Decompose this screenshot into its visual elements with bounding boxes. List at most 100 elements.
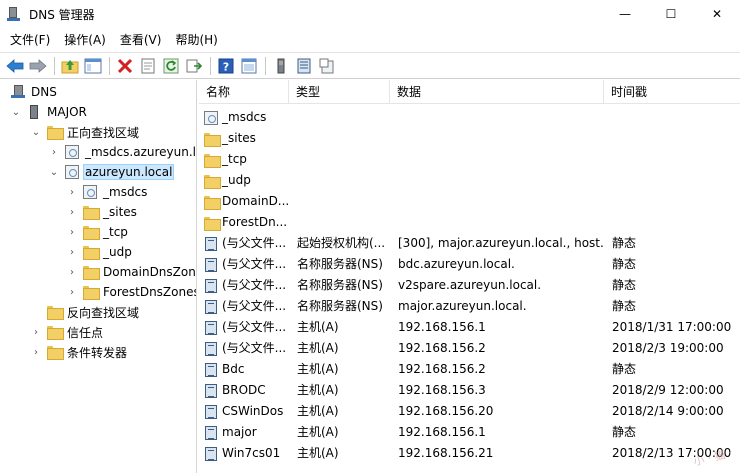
new-alias-icon	[319, 58, 334, 73]
folder-icon	[203, 152, 221, 168]
record-name: BRODC	[222, 383, 266, 397]
list-row[interactable]: DomainD...	[199, 191, 740, 212]
tree-item[interactable]: ⌄ MAJOR	[10, 102, 89, 122]
export-list-button[interactable]	[183, 55, 205, 77]
tree-item[interactable]: ⌄ azureyun.local	[48, 162, 175, 182]
console-button[interactable]	[238, 55, 260, 77]
menu-file[interactable]: 文件(F)	[3, 28, 57, 52]
chevron-down-icon[interactable]: ⌄	[30, 126, 42, 138]
menu-help[interactable]: 帮助(H)	[168, 28, 224, 52]
record-timestamp: 静态	[612, 425, 637, 439]
list-row[interactable]: (与父文件... 名称服务器(NS) bdc.azureyun.local. 静态	[199, 254, 740, 275]
tree-item[interactable]: DNS	[6, 82, 59, 102]
back-icon	[6, 58, 24, 73]
tree-item[interactable]: 反向查找区域	[30, 302, 141, 322]
list-row[interactable]: (与父文件... 名称服务器(NS) major.azureyun.local. 静态	[199, 296, 740, 317]
menu-action[interactable]: 操作(A)	[57, 28, 113, 52]
cell-name: ForestDn...	[203, 212, 289, 233]
console-tree[interactable]: DNS ⌄ MAJOR ⌄ 正向查找区域 › _msdcs.azureyun.local ⌄ a…	[0, 80, 197, 473]
chevron-right-icon[interactable]: ›	[66, 266, 78, 278]
record-name: Win7cs01	[222, 446, 281, 460]
list-row[interactable]: (与父文件... 主机(A) 192.168.156.2 2018/2/3 19:00…	[199, 338, 740, 359]
list-row[interactable]: ForestDn...	[199, 212, 740, 233]
record-data: 192.168.156.1	[398, 320, 486, 334]
folder-icon	[203, 173, 221, 189]
tree-item[interactable]: › _msdcs.azureyun.local	[48, 142, 196, 162]
chevron-down-icon[interactable]: ⌄	[10, 106, 22, 118]
list-row[interactable]: CSWinDos 主机(A) 192.168.156.20 2018/2/14 9:0…	[199, 401, 740, 422]
list-row[interactable]: _tcp	[199, 149, 740, 170]
record-type	[297, 170, 389, 191]
list-row[interactable]: (与父文件... 主机(A) 192.168.156.1 2018/1/31 17:0…	[199, 317, 740, 338]
tree-item[interactable]: › ForestDnsZones	[66, 282, 196, 302]
chevron-down-icon[interactable]: ⌄	[48, 166, 60, 178]
help-button[interactable]: ?	[215, 55, 237, 77]
record-type: 主机(A)	[297, 362, 339, 376]
column-header-name[interactable]: 名称	[199, 80, 289, 104]
record-type: 主机(A)	[297, 404, 339, 418]
column-header-data[interactable]: 数据	[390, 80, 604, 104]
chevron-right-icon[interactable]: ›	[66, 186, 78, 198]
window-title: DNS 管理器	[29, 7, 95, 22]
record-timestamp	[612, 107, 740, 128]
chevron-right-icon[interactable]: ›	[66, 286, 78, 298]
new-alias-button[interactable]	[316, 55, 338, 77]
list-row[interactable]: (与父文件... 名称服务器(NS) v2spare.azureyun.local.…	[199, 275, 740, 296]
back-button[interactable]	[4, 55, 26, 77]
delete-button[interactable]	[114, 55, 136, 77]
forward-icon	[29, 58, 47, 73]
chevron-right-icon[interactable]: ›	[66, 226, 78, 238]
menu-view[interactable]: 查看(V)	[113, 28, 169, 52]
maximize-button[interactable]: ☐	[648, 0, 694, 28]
new-host-button[interactable]	[270, 55, 292, 77]
column-header-timestamp[interactable]: 时间戳	[604, 80, 740, 104]
chevron-right-icon[interactable]: ›	[66, 246, 78, 258]
toolbar-separator	[265, 56, 266, 75]
chevron-right-icon[interactable]: ›	[30, 346, 42, 358]
column-header-type[interactable]: 类型	[289, 80, 390, 104]
cell-name: (与父文件...	[203, 296, 289, 317]
list-header: 名称 类型 数据 时间戳	[199, 80, 740, 104]
record-type: 名称服务器(NS)	[297, 299, 383, 313]
record-icon	[203, 362, 219, 378]
chevron-right-icon[interactable]: ›	[66, 206, 78, 218]
tree-item[interactable]: › _sites	[66, 202, 139, 222]
list-row[interactable]: Win7cs01 主机(A) 192.168.156.21 2018/2/13 17:…	[199, 443, 740, 464]
folder-icon	[82, 264, 100, 280]
new-record-icon	[297, 58, 311, 73]
record-data: 192.168.156.2	[398, 341, 486, 355]
properties-button[interactable]	[137, 55, 159, 77]
show-hide-tree-button[interactable]	[82, 55, 104, 77]
details-pane[interactable]: 名称 类型 数据 时间戳 _msdcs _sites _tcp _udp DomainD…	[199, 80, 740, 473]
list-row[interactable]: BRODC 主机(A) 192.168.156.3 2018/2/9 12:00:00	[199, 380, 740, 401]
chevron-right-icon[interactable]: ›	[48, 146, 60, 158]
record-name: _udp	[222, 173, 251, 187]
cell-name: Bdc	[203, 359, 289, 380]
list-row[interactable]: _udp	[199, 170, 740, 191]
tree-item[interactable]: › _tcp	[66, 222, 130, 242]
list-row[interactable]: (与父文件... 起始授权机构(... [300], major.azureyun.…	[199, 233, 740, 254]
close-button[interactable]: ✕	[694, 0, 740, 28]
minimize-button[interactable]: —	[602, 0, 648, 28]
list-row[interactable]: major 主机(A) 192.168.156.1 静态	[199, 422, 740, 443]
forward-button[interactable]	[27, 55, 49, 77]
refresh-button[interactable]	[160, 55, 182, 77]
list-row[interactable]: _msdcs	[199, 107, 740, 128]
cell-name: DomainD...	[203, 191, 289, 212]
list-row[interactable]: Bdc 主机(A) 192.168.156.2 静态	[199, 359, 740, 380]
list-row[interactable]: _sites	[199, 128, 740, 149]
new-record-button[interactable]	[293, 55, 315, 77]
record-type: 主机(A)	[297, 320, 339, 334]
tree-item[interactable]: › 信任点	[30, 322, 105, 342]
chevron-right-icon[interactable]: ›	[30, 326, 42, 338]
folder-icon	[46, 304, 64, 320]
tree-item[interactable]: › DomainDnsZones	[66, 262, 196, 282]
tree-item[interactable]: › _udp	[66, 242, 134, 262]
server-icon	[26, 104, 42, 120]
up-folder-icon	[61, 59, 79, 73]
folder-icon	[46, 124, 64, 140]
up-one-level-button[interactable]	[59, 55, 81, 77]
tree-item[interactable]: › _msdcs	[66, 182, 149, 202]
tree-item[interactable]: › 条件转发器	[30, 342, 129, 362]
tree-item[interactable]: ⌄ 正向查找区域	[30, 122, 141, 142]
